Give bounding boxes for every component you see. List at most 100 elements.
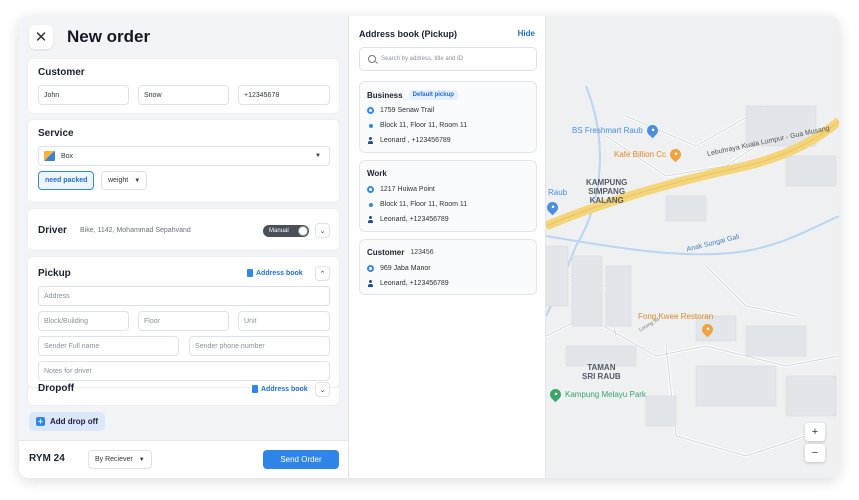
hide-address-book-link[interactable]: Hide xyxy=(518,29,535,38)
map-area-taman-sri-raub: TAMAN SRI RAUB xyxy=(582,363,621,382)
address-entry-title: Business Default pickup xyxy=(367,90,458,100)
add-dropoff-button[interactable]: + Add drop off xyxy=(29,412,105,431)
app-window: ✕ New order Customer John Snow +12345678… xyxy=(19,16,839,478)
address-entry-title: Work xyxy=(367,169,387,178)
customer-card: Customer John Snow +12345678 xyxy=(27,58,340,114)
form-header: ✕ New order xyxy=(19,16,348,58)
map-area-kampung-simpang: KAMPUNG SIMPANG KALANG xyxy=(586,178,628,206)
driver-title: Driver xyxy=(38,225,67,236)
manual-toggle[interactable]: Manual xyxy=(263,225,309,237)
address-entry-address: 1217 Huiwa Point xyxy=(367,186,435,193)
book-icon xyxy=(252,385,258,393)
service-title: Service xyxy=(38,128,74,139)
sender-phone-input[interactable]: Sender phone number xyxy=(189,336,330,356)
send-order-button[interactable]: Send Order xyxy=(263,450,339,469)
customer-title: Customer xyxy=(38,67,85,78)
poi-raub-label: Raub xyxy=(548,188,568,197)
zoom-in-button[interactable]: + xyxy=(805,423,825,441)
map-poi-raub[interactable]: Raub xyxy=(548,188,567,197)
address-search-placeholder: Search by address, title and ID xyxy=(381,56,464,62)
poi-park-label: Kampung Melayu Park xyxy=(565,390,646,399)
address-search-input[interactable]: Search by address, title and ID xyxy=(359,47,537,71)
service-selected-value: Box xyxy=(61,152,74,160)
location-pin-icon xyxy=(367,186,374,193)
weight-select[interactable]: weight ▼ xyxy=(101,171,148,190)
book-icon xyxy=(247,269,253,277)
pickup-collapse-button[interactable]: ⌃ xyxy=(315,266,330,281)
address-entry-contact-text: Leonard, +123456789 xyxy=(380,280,449,287)
address-entry[interactable]: Customer 123456 969 Jaba Manor Leonard, … xyxy=(359,239,537,295)
address-entry-name: Customer xyxy=(367,248,405,257)
last-name-field[interactable]: Snow xyxy=(138,85,229,105)
restaurant-pin-icon: ● xyxy=(667,146,684,163)
search-icon xyxy=(368,55,376,63)
zoom-out-button[interactable]: − xyxy=(805,444,825,462)
box-icon xyxy=(44,151,55,161)
address-input[interactable]: Address xyxy=(38,286,330,306)
address-entry-address: 969 Jaba Manor xyxy=(367,265,431,272)
payer-select-label: By Reciever xyxy=(95,456,133,463)
map-poi-fong-kwee[interactable]: Fong Kwee Restoran xyxy=(638,312,713,321)
first-name-field[interactable]: John xyxy=(38,85,129,105)
address-entry-address-text: 1759 Senaw Trail xyxy=(380,107,435,114)
service-select[interactable]: Box ▼ xyxy=(38,146,330,166)
driver-expand-button[interactable]: ⌄ xyxy=(315,223,330,238)
address-entry[interactable]: Business Default pickup 1759 Senaw Trail… xyxy=(359,81,537,153)
address-entry-contact: Leonard, +123456789 xyxy=(367,280,449,287)
sender-name-input[interactable]: Sender Full name xyxy=(38,336,179,356)
chevron-down-icon: ▼ xyxy=(138,456,145,463)
phone-field[interactable]: +12345678 xyxy=(238,85,330,105)
address-entry-name: Business xyxy=(367,90,403,100)
map-view[interactable]: BS Freshmart Raub ● Kafe Billion Cc ● KA… xyxy=(546,16,839,478)
person-icon xyxy=(367,137,374,144)
order-footer: RYM 24 By Reciever ▼ Send Order xyxy=(19,440,348,478)
location-pin-icon xyxy=(367,107,374,114)
default-pickup-badge: Default pickup xyxy=(408,90,458,100)
person-icon xyxy=(367,280,374,287)
map-poi-kafe[interactable]: Kafe Billion Cc ● xyxy=(614,146,684,163)
address-entry-id: 123456 xyxy=(410,249,434,256)
map-pin-fong-kwee[interactable]: ● xyxy=(699,321,716,338)
address-entry-address: 1759 Senaw Trail xyxy=(367,107,434,114)
map-pin-raub[interactable]: ● xyxy=(546,199,561,216)
address-entry-address-text: 1217 Huiwa Point xyxy=(380,186,435,193)
address-entry-contact: Leonard, +123456789 xyxy=(367,216,449,223)
location-pin-icon xyxy=(367,265,374,272)
driver-detail: Bike, 1142, Mohammad Sepahvand xyxy=(80,227,191,234)
plus-icon: + xyxy=(36,417,45,426)
dropoff-card: Dropoff Address book ⌄ xyxy=(27,382,340,406)
address-entry-contact-text: Leonard, +123456789 xyxy=(380,216,449,223)
restaurant-pin-icon: ● xyxy=(699,321,716,338)
poi-kafe-label: Kafe Billion Cc xyxy=(614,150,667,159)
map-poi-freshmart[interactable]: BS Freshmart Raub ● xyxy=(572,122,660,139)
address-entry-address-text: 969 Jaba Manor xyxy=(380,265,431,272)
pickup-address-book-link[interactable]: Address book xyxy=(247,269,303,277)
add-dropoff-label: Add drop off xyxy=(50,417,98,426)
poi-freshmart-label: BS Freshmart Raub xyxy=(572,126,643,135)
address-entry[interactable]: Work 1217 Huiwa Point Block 11, Floor 11… xyxy=(359,160,537,232)
block-input[interactable]: Block/Building xyxy=(38,311,129,331)
address-entry-title: Customer 123456 xyxy=(367,248,434,257)
chevron-down-icon: ▼ xyxy=(134,177,141,184)
pickup-address-book-label: Address book xyxy=(256,269,303,277)
close-icon[interactable]: ✕ xyxy=(29,25,53,49)
driver-notes-input[interactable]: Notes for driver xyxy=(38,361,330,381)
address-entry-contact-text: Leonard , +123456789 xyxy=(380,137,451,144)
person-icon xyxy=(367,216,374,223)
unit-input[interactable]: Unit xyxy=(238,311,330,331)
weight-select-label: weight xyxy=(108,177,129,184)
payer-select[interactable]: By Reciever ▼ xyxy=(88,450,152,469)
need-packed-chip[interactable]: need packed xyxy=(38,171,95,190)
address-entry-name: Work xyxy=(367,169,387,178)
order-price: RYM 24 xyxy=(29,453,65,464)
floor-input[interactable]: Floor xyxy=(138,311,229,331)
map-poi-park[interactable]: ● Kampung Melayu Park xyxy=(547,386,646,403)
dropoff-address-book-link[interactable]: Address book xyxy=(252,385,308,393)
dropoff-expand-button[interactable]: ⌄ xyxy=(315,382,330,397)
address-entry-detail: Block 11, Floor 11, Room 11 xyxy=(367,201,467,208)
address-entry-detail-text: Block 11, Floor 11, Room 11 xyxy=(380,122,468,129)
address-entry-detail-text: Block 11, Floor 11, Room 11 xyxy=(380,201,468,208)
page-title: New order xyxy=(67,27,151,46)
service-card: Service Box ▼ need packed weight ▼ xyxy=(27,119,340,203)
shopping-pin-icon: ● xyxy=(644,122,660,139)
